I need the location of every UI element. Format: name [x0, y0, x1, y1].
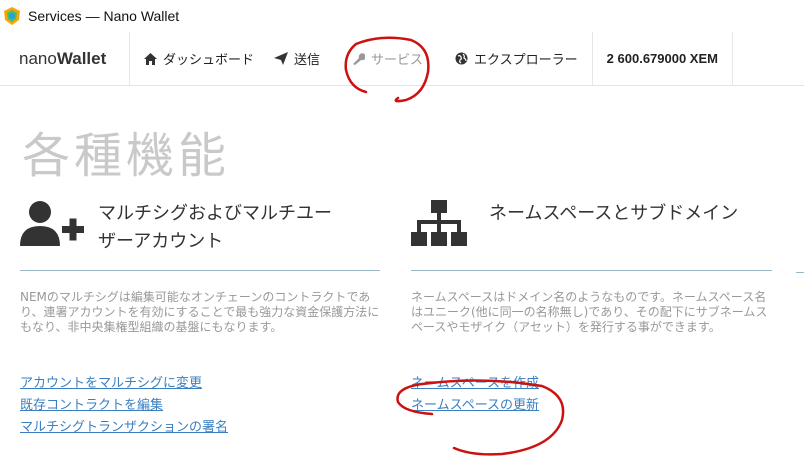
nem-logo-icon [4, 7, 20, 25]
nav-explorer-label: エクスプローラー [474, 53, 578, 68]
user-plus-icon [20, 201, 84, 246]
edit-contract-link[interactable]: 既存コントラクトを編集 [20, 395, 380, 417]
create-namespace-link[interactable]: ネームスペースを作成 [411, 373, 772, 395]
nav-divider [731, 31, 733, 86]
namespace-card-header: ネームスペースとサブドメイン [411, 200, 772, 270]
wrench-icon [352, 52, 366, 65]
globe-icon [455, 52, 468, 65]
brand-logo[interactable]: nanoWallet [19, 49, 129, 69]
sitemap-icon [411, 200, 467, 246]
account-balance: 2 600.679000 XEM [606, 51, 718, 66]
multisig-card-title: マルチシグおよびマルチユー ザーアカウント [98, 203, 332, 252]
namespace-card-title: ネームスペースとサブドメイン [489, 203, 739, 224]
namespace-description: ネームスペースはドメイン名のようなものです。ネームスペース名はユニーク(他に同一… [411, 290, 768, 334]
home-icon [144, 52, 157, 65]
nav-dashboard[interactable]: ダッシュボード [130, 32, 268, 86]
nav-send[interactable]: 送信 [268, 32, 334, 86]
window-titlebar: Services — Nano Wallet [0, 0, 804, 32]
nav-send-label: 送信 [294, 53, 321, 68]
send-icon [274, 52, 289, 65]
nav-services-label: サービス [371, 53, 424, 68]
renew-namespace-link[interactable]: ネームスペースの更新 [411, 395, 772, 417]
multisig-card: マルチシグおよびマルチユー ザーアカウント NEMのマルチシグは編集可能なオンチ… [20, 200, 380, 439]
nav-dashboard-label: ダッシュボード [163, 53, 255, 68]
page-title: 各種機能 [22, 128, 231, 184]
card-divider [411, 270, 772, 271]
convert-to-multisig-link[interactable]: アカウントをマルチシグに変更 [20, 373, 380, 395]
nav-explorer[interactable]: エクスプローラー [437, 32, 592, 86]
top-navbar: nanoWallet ダッシュボード 送信 サービス エクスプローラー 2 60… [0, 31, 804, 86]
namespace-links: ネームスペースを作成 ネームスペースの更新 [411, 373, 772, 417]
nav-services[interactable]: サービス [334, 32, 437, 86]
sign-multisig-transaction-link[interactable]: マルチシグトランザクションの署名 [20, 417, 380, 439]
window-title: Services — Nano Wallet [28, 8, 180, 24]
card-divider [20, 270, 380, 271]
namespace-card: ネームスペースとサブドメイン ネームスペースはドメイン名のようなものです。ネーム… [411, 200, 772, 417]
card-divider [796, 272, 804, 273]
multisig-card-header: マルチシグおよびマルチユー ザーアカウント [20, 200, 380, 270]
multisig-links: アカウントをマルチシグに変更 既存コントラクトを編集 マルチシグトランザクション… [20, 373, 380, 439]
multisig-description: NEMのマルチシグは編集可能なオンチェーンのコントラクトであり、連署アカウントを… [20, 290, 380, 334]
